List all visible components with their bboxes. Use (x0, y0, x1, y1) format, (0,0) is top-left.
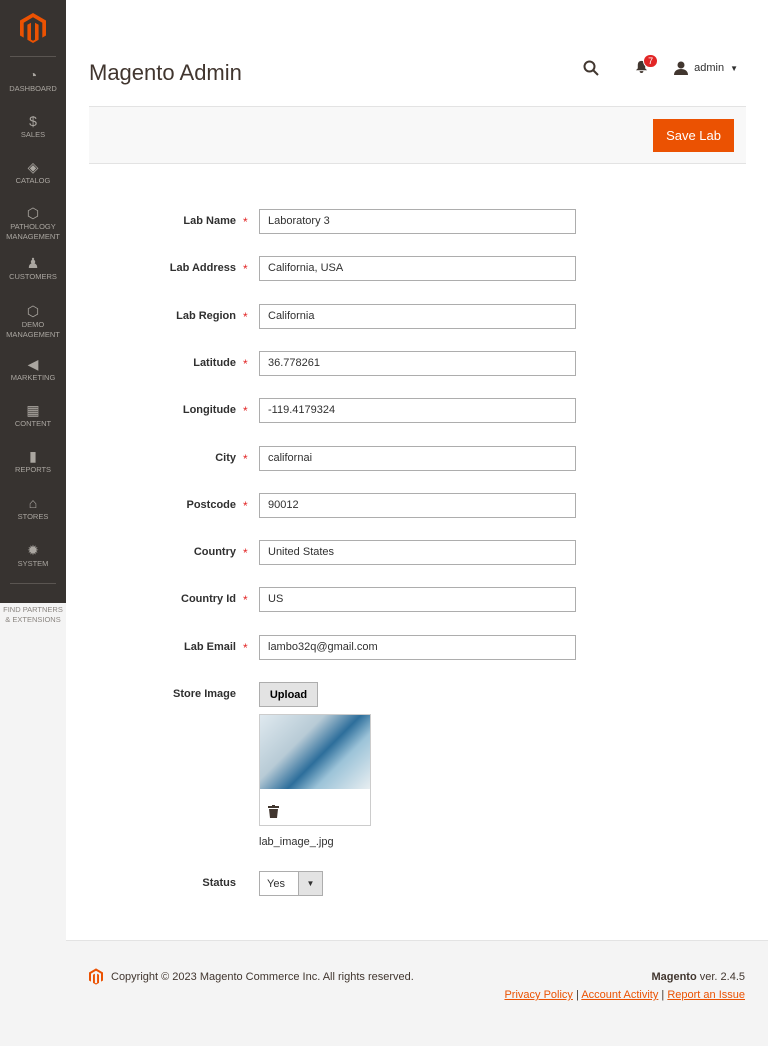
field-label: City (215, 451, 236, 464)
hexagon-icon: ⬡ (26, 205, 40, 221)
required-mark: * (243, 309, 248, 324)
store-image-label: Store Image (173, 688, 236, 700)
required-mark: * (243, 215, 248, 229)
lab-image (260, 715, 370, 789)
field-input[interactable]: California (259, 303, 576, 329)
hexagon-icon: ⬡ (26, 303, 40, 319)
required-mark: * (243, 546, 248, 561)
required-mark: * (243, 262, 248, 277)
required-mark: * (243, 451, 248, 466)
field-input[interactable]: 36.778261 (259, 350, 576, 376)
field-label: Postcode (186, 498, 236, 511)
form-field: Lab Address * California, USA (66, 256, 768, 282)
sidebar: ◔ Dashboard $ Sales ◈ Catalog ⬡ Pathology Manag… (0, 0, 66, 603)
field-input[interactable]: California, USA (259, 256, 576, 282)
trash-icon[interactable] (268, 805, 279, 818)
version: Magento ver. 2.4.5 (651, 971, 745, 983)
box-icon: ◈ (27, 159, 39, 175)
megaphone-icon: ◀ (27, 356, 39, 372)
account-activity-link[interactable]: Account Activity (581, 989, 658, 1001)
field-input[interactable]: californai (259, 445, 576, 471)
field-input[interactable]: 90012 (259, 492, 576, 518)
field-input[interactable]: US (259, 587, 576, 613)
field-input[interactable]: lambo32q@gmail.com (259, 634, 576, 660)
main-content: Magento Admin 7 admin ▼ Save Lab Lab Nam… (66, 0, 768, 940)
status-label: Status (202, 877, 236, 889)
privacy-policy-link[interactable]: Privacy Policy (504, 989, 572, 1001)
required-mark: * (243, 593, 248, 608)
form-field: Longitude * -119.4179324 (66, 398, 768, 424)
sidebar-item-reports[interactable]: ▮ Reports (0, 447, 66, 475)
form-field: Lab Region * California (66, 303, 768, 329)
field-label: Lab Name (183, 215, 236, 227)
field-label: Country (193, 546, 236, 559)
page-title: Magento Admin (89, 60, 242, 85)
required-mark: * (243, 356, 248, 371)
upload-button[interactable]: Upload (259, 682, 318, 707)
sidebar-item-marketing[interactable]: ◀ Marketing (0, 355, 66, 383)
sidebar-item-demo-management[interactable]: ⬡ Demo Management (0, 302, 66, 340)
magento-logo-icon[interactable] (20, 13, 46, 43)
store-icon: ⌂ (28, 495, 38, 511)
notifications-button[interactable]: 7 (635, 54, 659, 76)
field-label: Latitude (193, 356, 236, 369)
file-name: lab_image_.jpg (259, 836, 334, 848)
report-issue-link[interactable]: Report an Issue (667, 989, 745, 1001)
chevron-down-icon: ▼ (298, 872, 322, 895)
user-menu[interactable]: admin ▼ (674, 61, 738, 75)
chevron-down-icon: ▼ (730, 63, 738, 73)
bar-chart-icon: ▮ (29, 448, 37, 464)
sidebar-item-system[interactable]: ✹ System (0, 541, 66, 569)
field-input[interactable]: Laboratory 3 (259, 209, 576, 234)
field-label: Country Id (181, 593, 236, 606)
dashboard-icon: ◔ (28, 67, 38, 83)
form-field: Lab Email * lambo32q@gmail.com (66, 634, 768, 660)
sidebar-item-customers[interactable]: ♟ Customers (0, 254, 66, 282)
required-mark: * (243, 498, 248, 513)
field-label: Lab Region (176, 309, 236, 322)
dollar-icon: $ (29, 113, 37, 129)
copyright: Copyright © 2023 Magento Commerce Inc. A… (111, 971, 414, 983)
sidebar-item-stores[interactable]: ⌂ Stores (0, 494, 66, 522)
sidebar-item-content[interactable]: ▦ Content (0, 401, 66, 429)
footer: Copyright © 2023 Magento Commerce Inc. A… (66, 940, 768, 1046)
image-preview (259, 714, 371, 826)
sidebar-item-sales[interactable]: $ Sales (0, 112, 66, 140)
user-icon (674, 61, 689, 75)
required-mark: * (243, 640, 248, 655)
save-lab-button[interactable]: Save Lab (653, 119, 734, 152)
field-label: Longitude (182, 404, 236, 417)
search-icon[interactable] (583, 60, 599, 76)
field-input[interactable]: United States (259, 540, 576, 566)
gear-icon: ✹ (27, 542, 39, 558)
form-field: City * californai (66, 445, 768, 471)
layout-icon: ▦ (26, 402, 40, 418)
notification-count: 7 (643, 54, 659, 68)
required-mark: * (243, 404, 248, 419)
magento-logo-icon (89, 968, 103, 985)
find-partners-link[interactable]: Find Partners & Extensions (0, 603, 66, 625)
form-field: Lab Name * Laboratory 3 (66, 209, 768, 234)
form-field: Postcode * 90012 (66, 492, 768, 518)
sidebar-item-pathology-management[interactable]: ⬡ Pathology Management (0, 204, 66, 242)
status-select[interactable]: Yes ▼ (259, 871, 323, 896)
sidebar-item-dashboard[interactable]: ◔ Dashboard (0, 66, 66, 94)
form-field: Country Id * US (66, 587, 768, 613)
field-label: Lab Email (184, 640, 236, 653)
sidebar-item-catalog[interactable]: ◈ Catalog (0, 158, 66, 186)
field-label: Lab Address (169, 262, 236, 275)
field-input[interactable]: -119.4179324 (259, 398, 576, 424)
form-field: Country * United States (66, 540, 768, 566)
form-field: Latitude * 36.778261 (66, 350, 768, 376)
page-actions: Save Lab (89, 106, 746, 164)
person-icon: ♟ (26, 255, 40, 271)
